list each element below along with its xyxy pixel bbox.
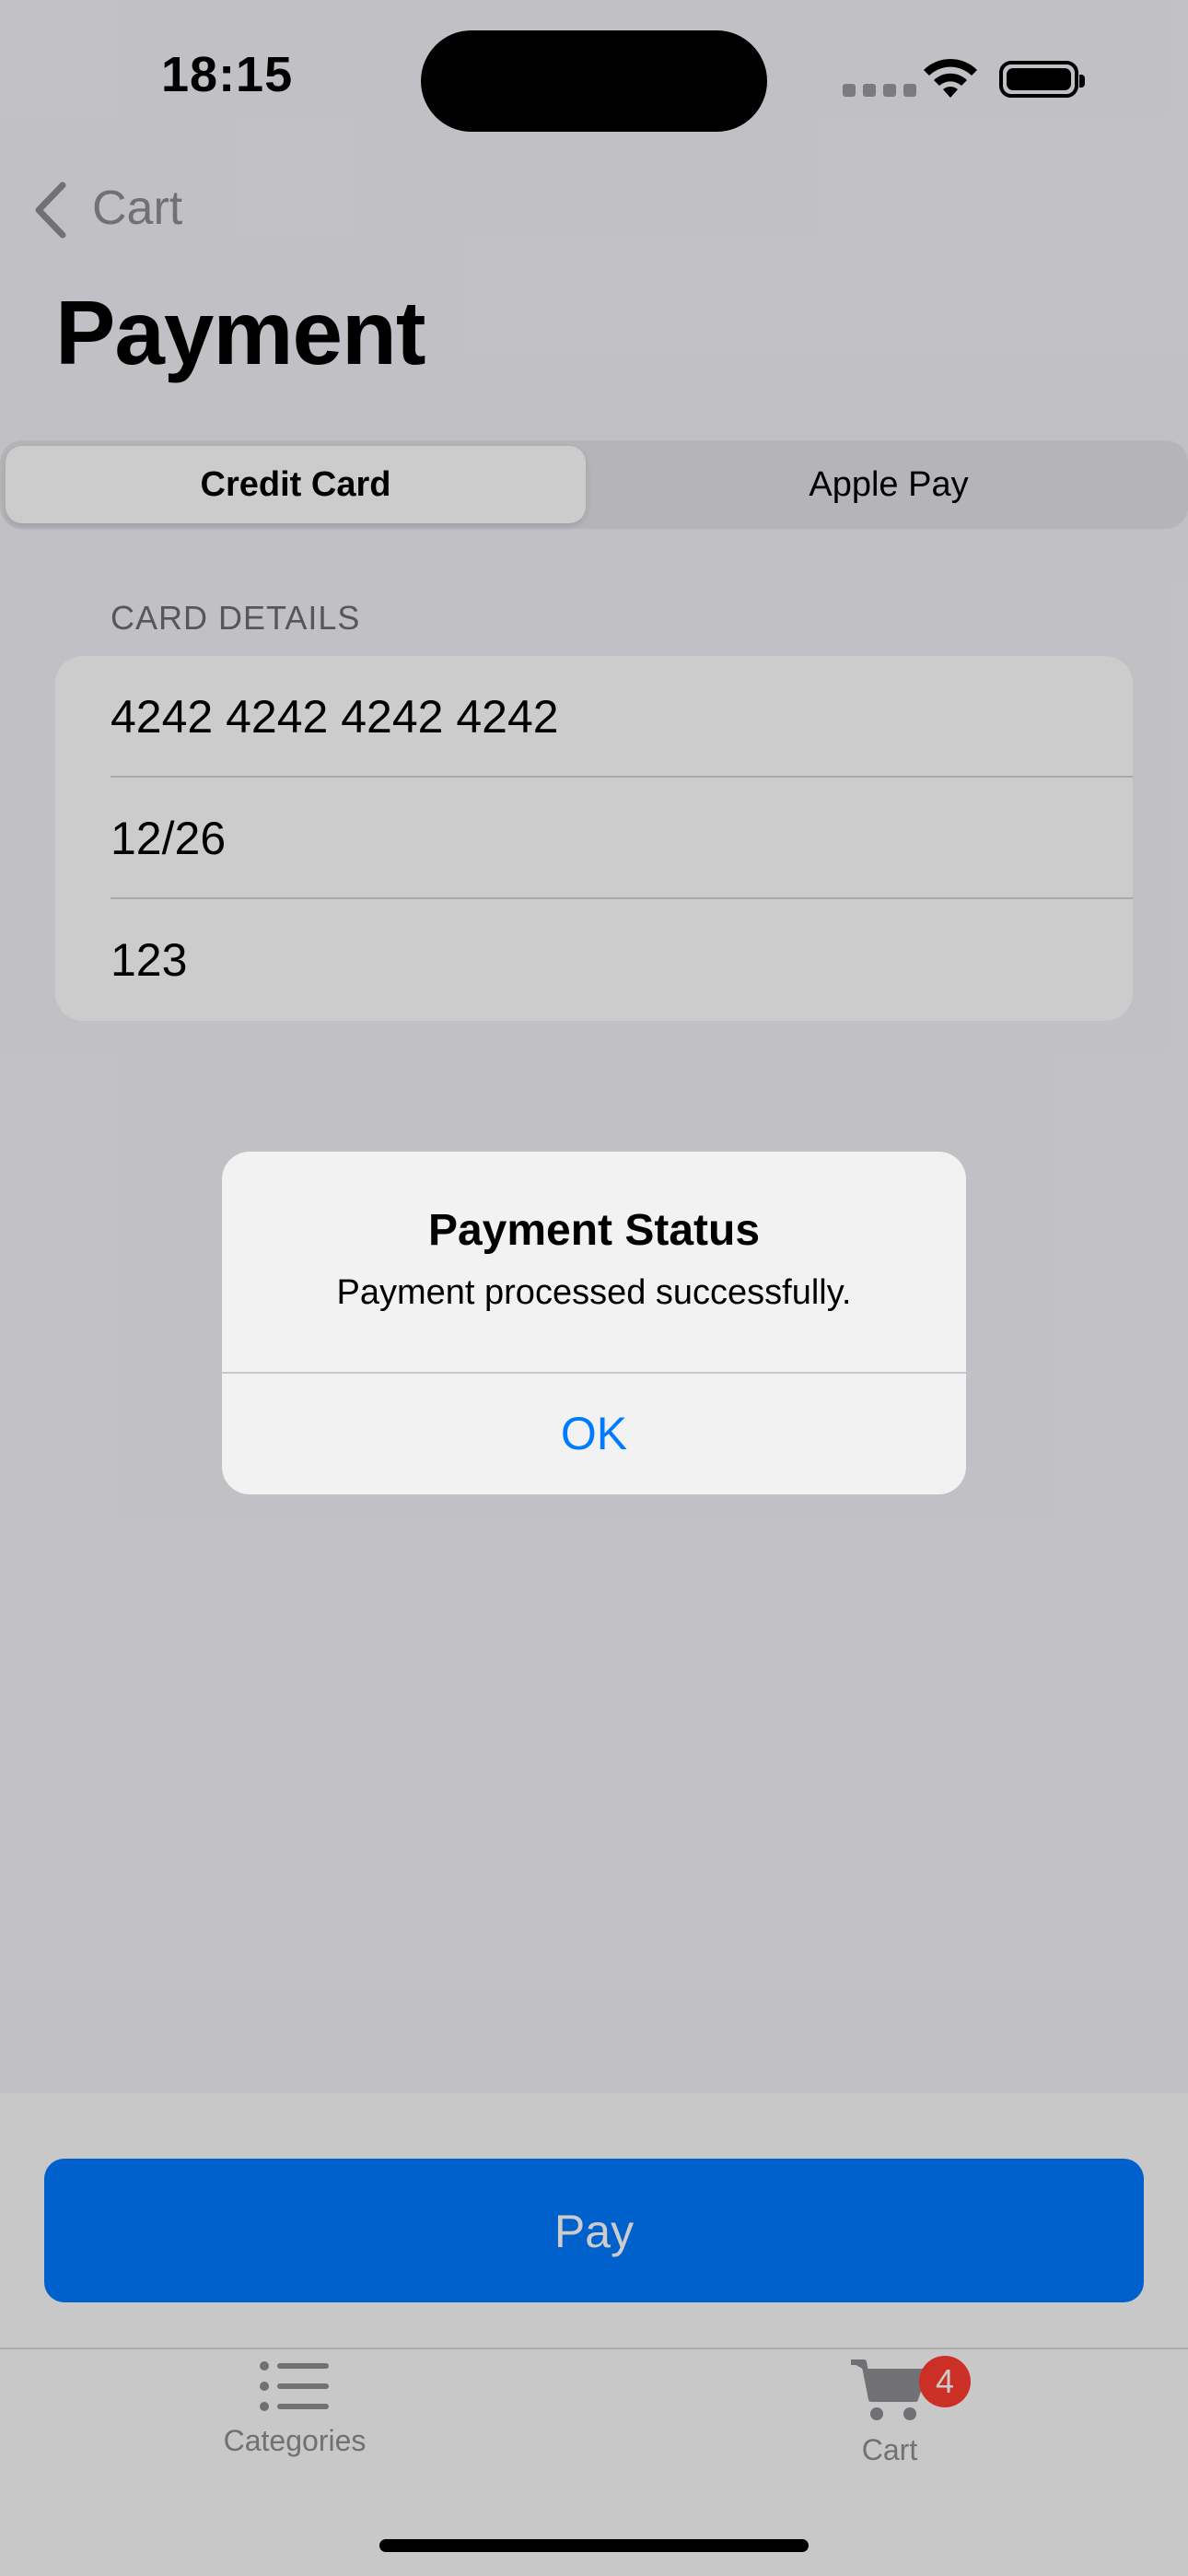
alert-title: Payment Status [427,1206,761,1255]
alert-message: Payment processed successfully. [336,1273,852,1312]
payment-status-alert: Payment Status Payment processed success… [222,1152,966,1494]
alert-ok-button[interactable]: OK [222,1374,966,1494]
